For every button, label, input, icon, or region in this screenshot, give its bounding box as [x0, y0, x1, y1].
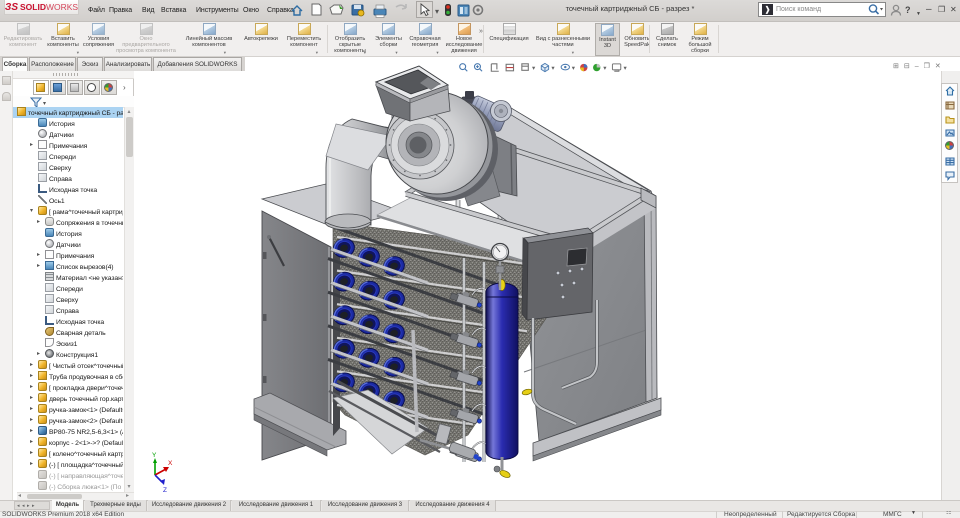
- svg-text:▾: ▾: [532, 64, 535, 71]
- svg-text:X: X: [168, 460, 173, 467]
- svg-text:Z: Z: [163, 487, 167, 494]
- svg-text:▾: ▾: [572, 64, 575, 71]
- svg-text:Y: Y: [152, 452, 157, 459]
- svg-text:▾: ▾: [551, 64, 554, 71]
- svg-text:▾: ▾: [624, 64, 627, 71]
- svg-text:▾: ▾: [435, 7, 439, 16]
- svg-text:▾: ▾: [603, 64, 606, 71]
